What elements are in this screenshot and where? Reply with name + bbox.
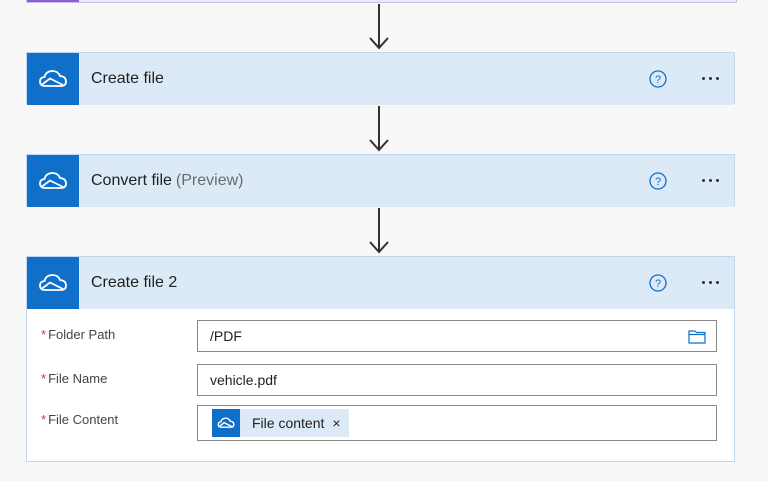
folder-path-input[interactable]: /PDF xyxy=(197,320,717,352)
file-name-value: vehicle.pdf xyxy=(210,372,277,388)
svg-text:?: ? xyxy=(655,176,661,188)
more-horizontal-icon[interactable] xyxy=(695,270,725,294)
arrow-down-icon xyxy=(369,4,389,50)
file-content-input[interactable]: File content × xyxy=(197,405,717,441)
file-content-label: * File Content xyxy=(41,412,119,427)
card-title: Create file 2 xyxy=(91,274,178,291)
action-card-create-file[interactable]: Create file ? xyxy=(26,52,735,105)
card-subtitle: (Preview) xyxy=(175,172,244,189)
svg-text:?: ? xyxy=(655,74,661,86)
help-circle-icon[interactable]: ? xyxy=(649,274,667,292)
help-circle-icon[interactable]: ? xyxy=(649,172,667,190)
card-header[interactable]: Convert file (Preview) ? xyxy=(27,155,734,207)
card-title: Convert file (Preview) xyxy=(91,172,244,189)
folder-icon[interactable] xyxy=(688,328,706,344)
onedrive-cloud-icon xyxy=(27,155,79,207)
card-title: Create file xyxy=(91,70,164,87)
token-label: File content xyxy=(252,415,325,431)
onedrive-cloud-icon xyxy=(27,257,79,309)
file-name-label: * File Name xyxy=(41,371,108,386)
arrow-down-icon xyxy=(369,208,389,254)
onedrive-cloud-icon xyxy=(27,53,79,105)
more-horizontal-icon[interactable] xyxy=(695,66,725,90)
action-card-convert-file[interactable]: Convert file (Preview) ? xyxy=(26,154,735,207)
arrow-down-icon xyxy=(369,106,389,152)
onedrive-cloud-icon xyxy=(212,409,240,437)
previous-step-icon-box xyxy=(27,0,79,2)
folder-path-label: * Folder Path xyxy=(41,327,116,342)
more-horizontal-icon[interactable] xyxy=(695,168,725,192)
card-header[interactable]: Create file ? xyxy=(27,53,734,105)
help-circle-icon[interactable]: ? xyxy=(649,70,667,88)
action-card-create-file-2[interactable]: Create file 2 ? * Folder Path /PDF * File … xyxy=(26,256,735,462)
token-remove-button[interactable]: × xyxy=(332,415,340,431)
folder-path-value: /PDF xyxy=(210,328,242,344)
file-name-input[interactable]: vehicle.pdf xyxy=(197,364,717,396)
dynamic-content-token[interactable]: File content × xyxy=(212,409,349,437)
svg-text:?: ? xyxy=(655,278,661,290)
card-header[interactable]: Create file 2 ? xyxy=(27,257,734,309)
